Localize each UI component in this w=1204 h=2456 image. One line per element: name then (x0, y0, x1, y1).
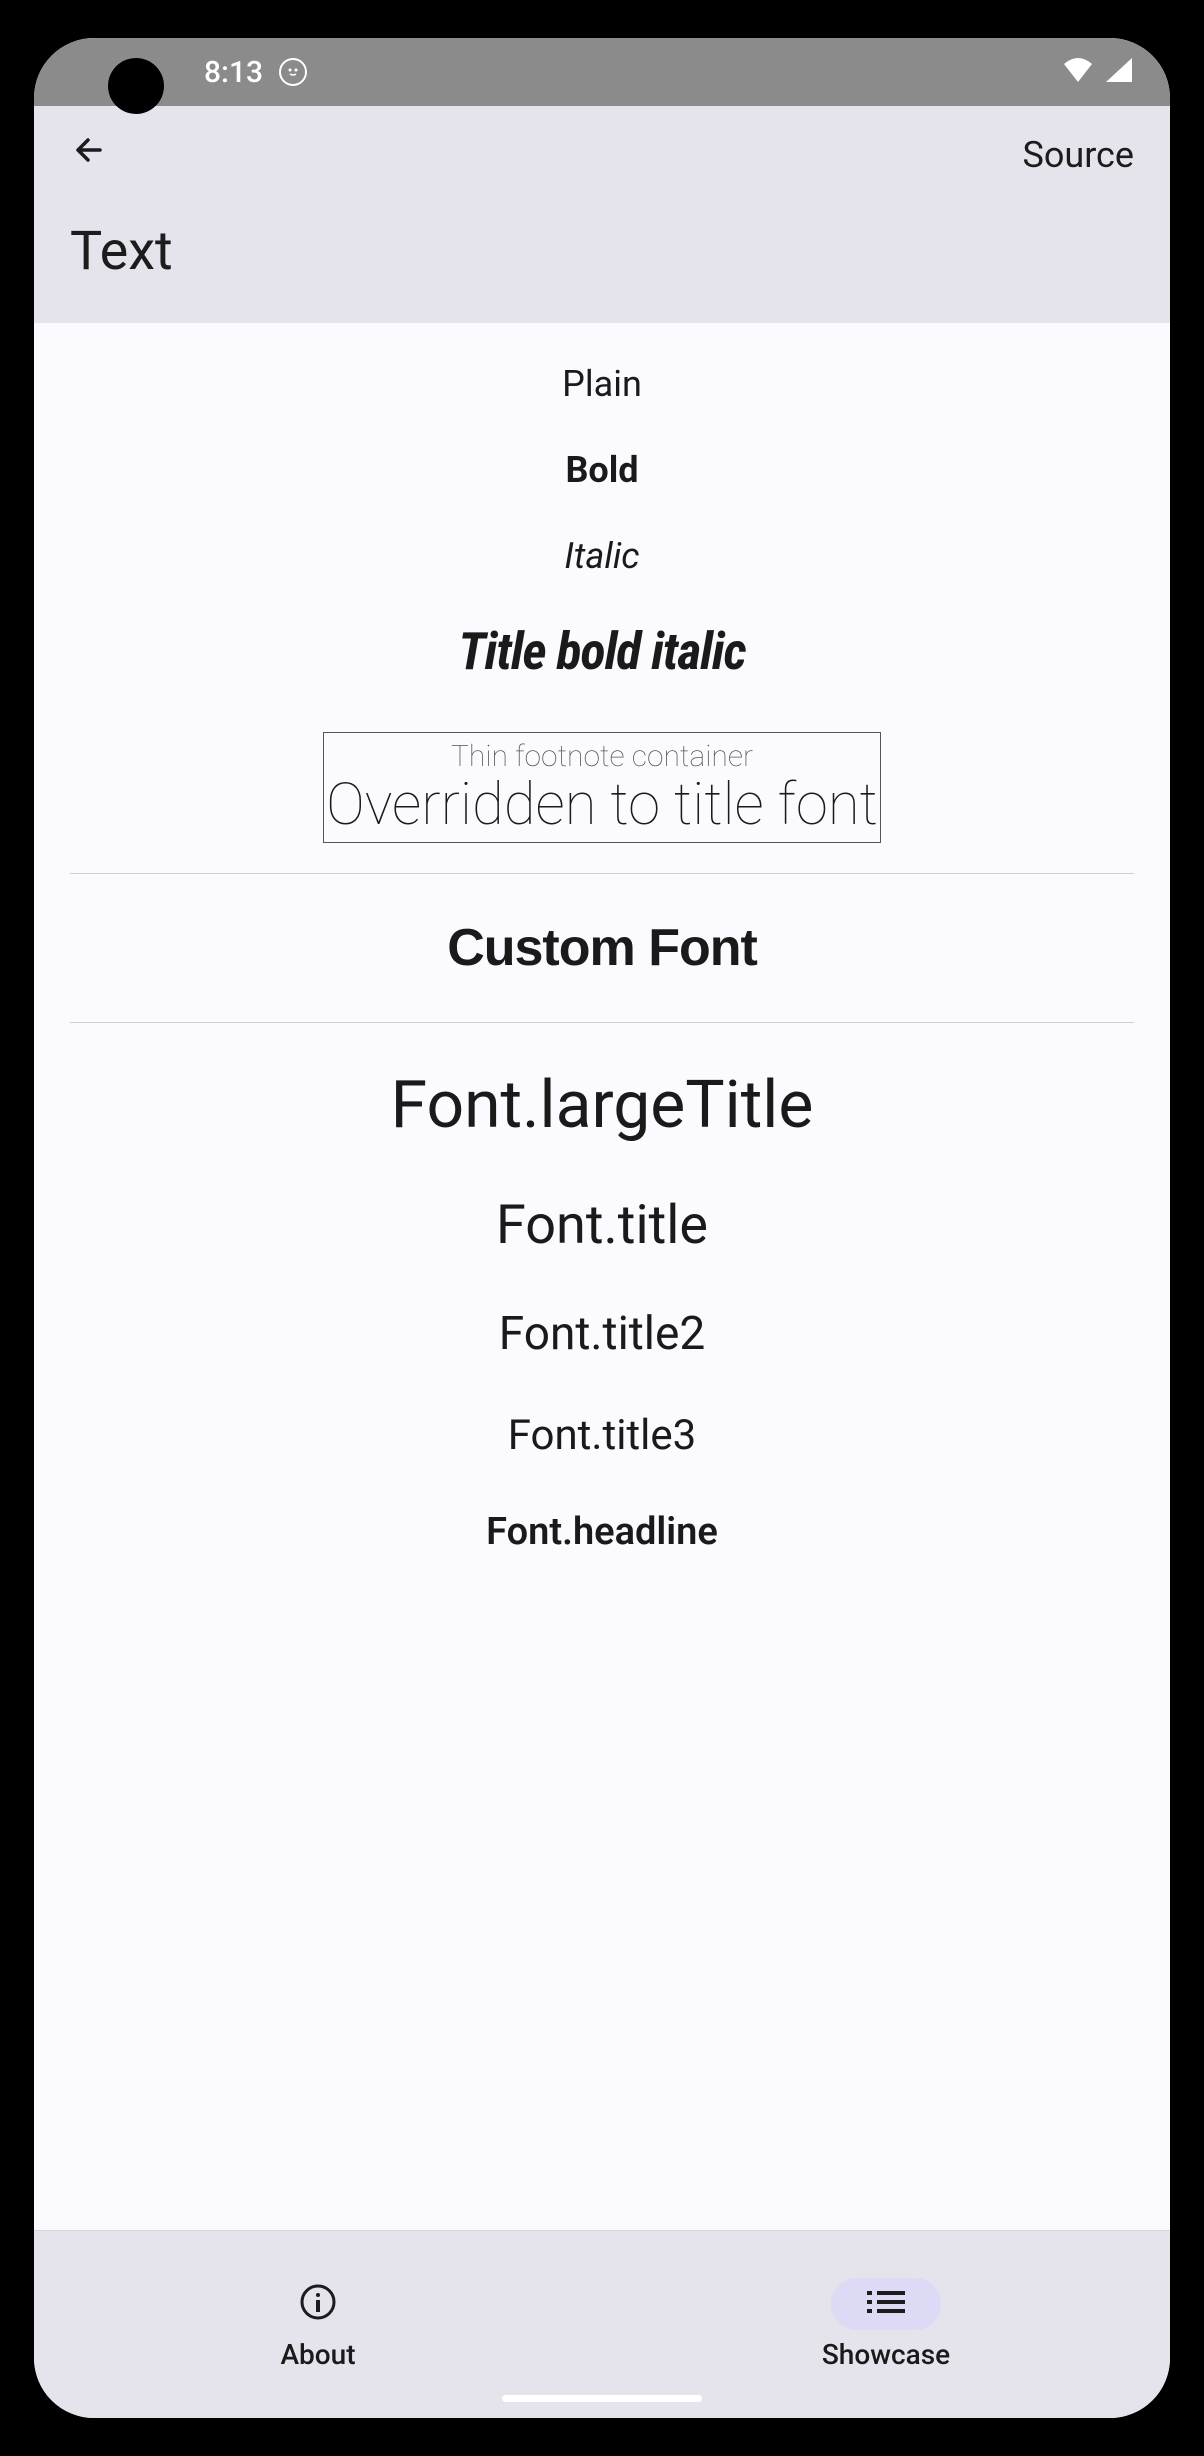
nav-about-label: About (280, 2338, 355, 2371)
status-bar: 8:13 (34, 38, 1170, 106)
back-button[interactable] (70, 130, 110, 180)
custom-font: Custom Font (70, 918, 1134, 978)
text-italic: Italic (70, 535, 1134, 577)
font-title2: Font.title2 (70, 1307, 1134, 1361)
nav-showcase-label: Showcase (822, 2338, 950, 2371)
device-screen: 8:13 Source Text (34, 38, 1170, 2418)
header-top: Source (70, 130, 1134, 180)
divider (70, 1022, 1134, 1023)
footnote-thin: Thin footnote container (324, 733, 880, 774)
overridden-title: Overridden to title font (324, 774, 880, 842)
content: Plain Bold Italic Title bold italic Thin… (34, 323, 1170, 1554)
font-large-title: Font.largeTitle (70, 1067, 1134, 1144)
font-title: Font.title (70, 1194, 1134, 1257)
app-header: Source Text (34, 106, 1170, 323)
font-title3: Font.title3 (70, 1411, 1134, 1460)
status-right (1060, 56, 1134, 88)
text-title-bold-italic: Title bold italic (70, 621, 1134, 682)
text-bold: Bold (70, 449, 1134, 491)
status-time: 8:13 (204, 55, 263, 90)
signal-icon (1104, 56, 1134, 88)
info-icon (298, 2282, 338, 2326)
bottom-nav: About Showcase (34, 2230, 1170, 2418)
nav-about[interactable]: About (34, 2231, 602, 2418)
font-headline: Font.headline (70, 1510, 1134, 1554)
list-icon (865, 2286, 907, 2322)
text-plain: Plain (70, 363, 1134, 405)
camera-hole (108, 58, 164, 114)
page-title: Text (70, 220, 1134, 283)
device-frame: 8:13 Source Text (0, 0, 1204, 2456)
status-app-icon (279, 58, 307, 86)
status-left: 8:13 (204, 55, 307, 90)
nav-about-icon-wrapper (263, 2278, 373, 2330)
wifi-icon (1060, 56, 1096, 88)
source-button[interactable]: Source (1022, 134, 1134, 176)
nav-showcase-icon-wrapper (831, 2278, 941, 2330)
divider (70, 873, 1134, 874)
home-indicator[interactable] (502, 2395, 702, 2402)
nav-showcase[interactable]: Showcase (602, 2231, 1170, 2418)
container-box: Thin footnote container Overridden to ti… (323, 732, 881, 843)
